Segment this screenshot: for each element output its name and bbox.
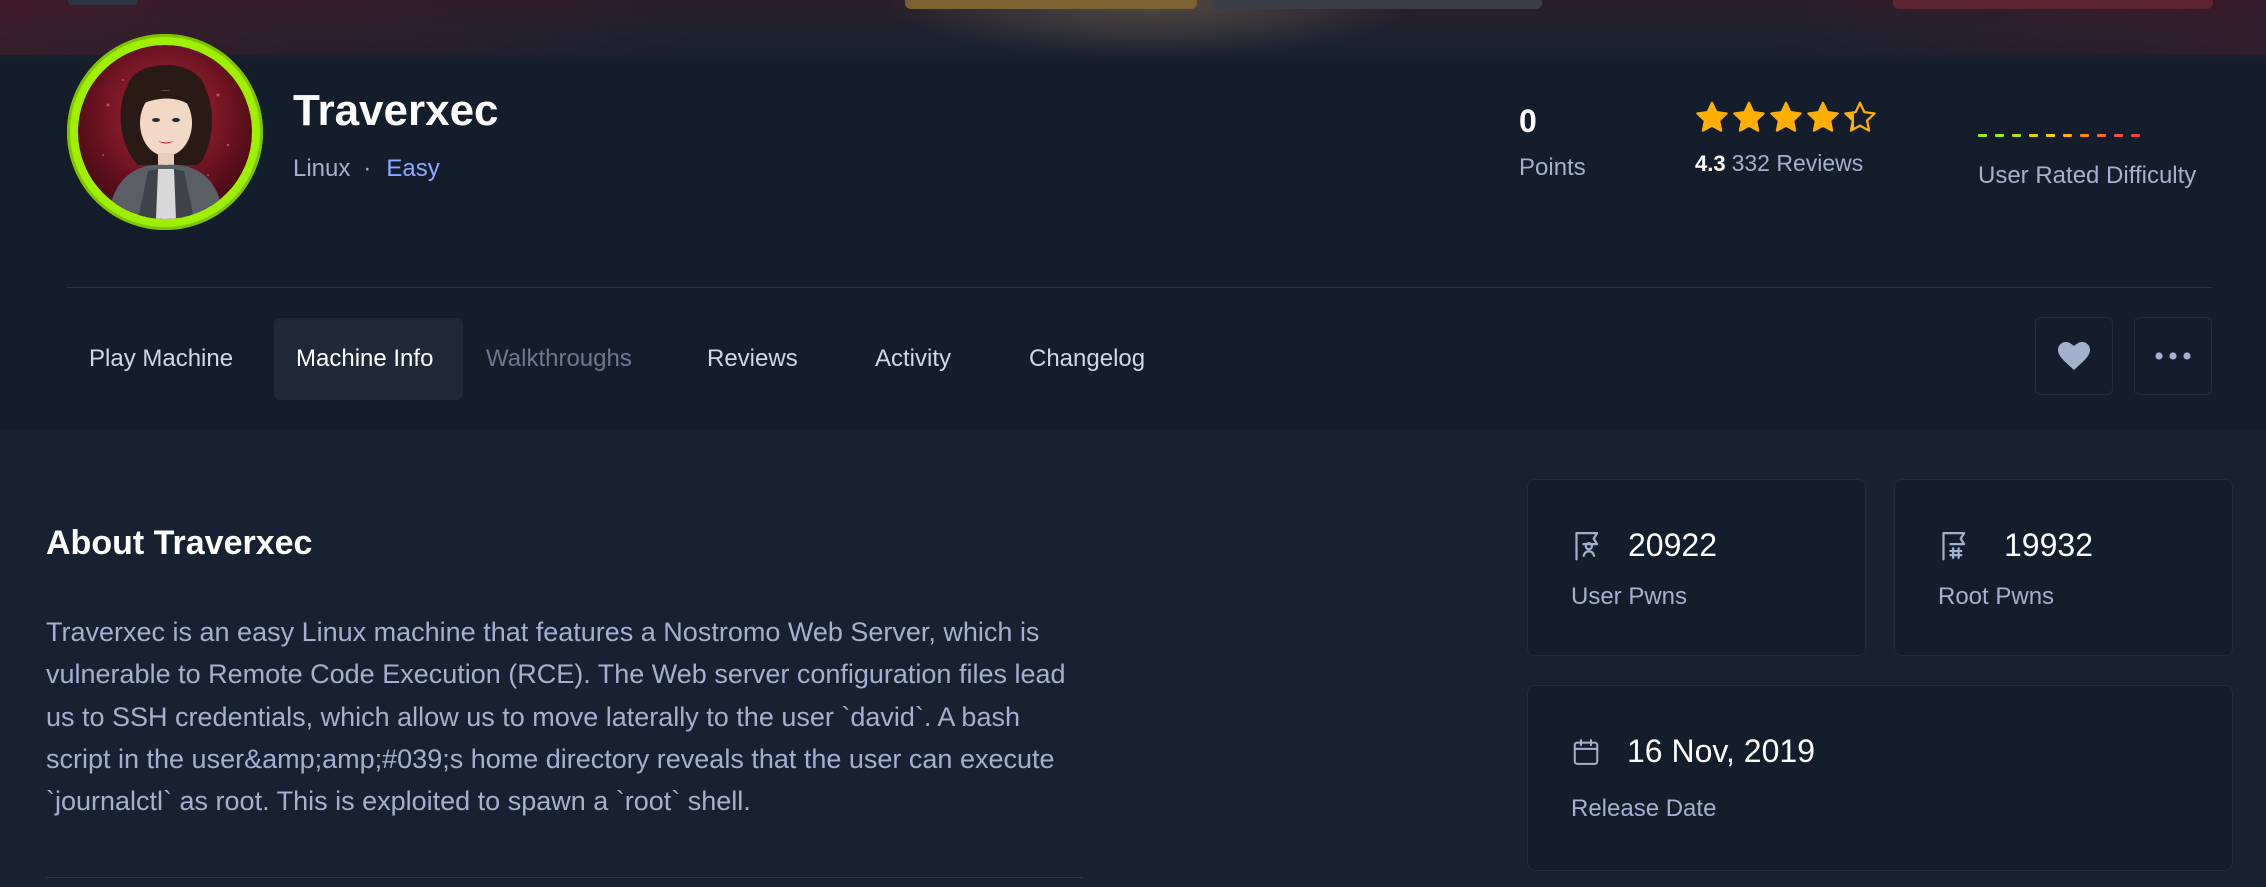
tab-walkthroughs[interactable]: Walkthroughs (464, 318, 684, 400)
root-pwns-value: 19932 (2004, 527, 2093, 563)
difficulty-link[interactable]: Easy (386, 155, 439, 183)
calendar-icon (1573, 738, 1599, 765)
about-description: Traverxec is an easy Linux machine that … (46, 617, 1066, 817)
root-pwns-card: 19932 Root Pwns (1894, 479, 2233, 656)
release-date-card: 16 Nov, 2019 Release Date (1527, 685, 2233, 871)
rating-stars (1695, 100, 1877, 134)
machine-name: Traverxec (293, 86, 499, 135)
tab-machine-info[interactable]: Machine Info (274, 318, 463, 400)
machine-header: Traverxec Linux · Easy 0 Points 4.3 332 … (0, 0, 2266, 430)
tab-reviews[interactable]: Reviews (685, 318, 846, 400)
difficulty-label: User Rated Difficulty (1978, 162, 2197, 189)
meta-separator: · (363, 155, 372, 182)
star-icon (1733, 101, 1765, 132)
user-pwns-value: 20922 (1628, 527, 1717, 563)
star-icon (1770, 101, 1802, 132)
header-divider (67, 287, 2212, 288)
machine-tabs: Play Machine Machine Info Walkthroughs R… (67, 318, 1190, 400)
heart-icon (2058, 342, 2090, 370)
star-icon (1844, 101, 1876, 132)
release-date-value: 16 Nov, 2019 (1627, 733, 1815, 769)
rating-value: 4.3 (1695, 151, 1726, 176)
user-pwns-card: 20922 User Pwns (1527, 479, 1866, 656)
tab-activity[interactable]: Activity (847, 318, 1008, 400)
star-icon (1696, 101, 1728, 132)
tab-changelog[interactable]: Changelog (1009, 318, 1189, 400)
machine-avatar (67, 34, 263, 230)
root-pwns-label: Root Pwns (1938, 583, 2055, 610)
rating-stat[interactable]: 4.3 332 Reviews (1695, 100, 1877, 177)
user-flag-icon (1575, 532, 1599, 561)
reviews-count: 332 Reviews (1731, 150, 1864, 176)
points-stat: 0 Points (1519, 103, 1586, 182)
points-label: Points (1519, 154, 1586, 181)
release-date-label: Release Date (1571, 795, 1717, 822)
more-options-button[interactable] (2134, 317, 2212, 395)
machine-meta: Linux · Easy (293, 155, 440, 183)
about-divider (46, 877, 1083, 878)
difficulty-chart (1978, 134, 2196, 138)
user-pwns-label: User Pwns (1571, 583, 1688, 610)
points-value: 0 (1519, 103, 1537, 139)
ellipsis-icon (2155, 352, 2191, 360)
star-icon (1807, 101, 1839, 132)
os-label: Linux (293, 155, 351, 182)
about-title: About Traverxec (46, 524, 313, 562)
tab-play-machine[interactable]: Play Machine (67, 318, 273, 400)
favorite-button[interactable] (2035, 317, 2113, 395)
user-rated-difficulty: User Rated Difficulty (1978, 134, 2196, 190)
root-flag-icon (1942, 532, 1966, 561)
